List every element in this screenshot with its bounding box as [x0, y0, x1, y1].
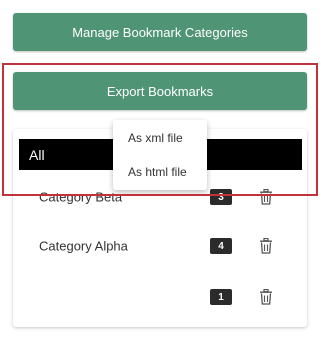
bookmark-count-badge: 3 — [210, 189, 232, 205]
export-bookmarks-button[interactable]: Export Bookmarks — [13, 72, 307, 110]
export-format-menu: As xml file As html file — [113, 120, 207, 190]
manage-bookmark-categories-button[interactable]: Manage Bookmark Categories — [13, 13, 307, 51]
export-as-xml-option[interactable]: As xml file — [128, 131, 183, 145]
trash-icon[interactable] — [259, 289, 273, 305]
category-item[interactable]: 1 — [13, 277, 307, 317]
export-as-html-option[interactable]: As html file — [128, 165, 187, 179]
category-name: Category Alpha — [39, 238, 128, 254]
category-item[interactable]: Category Alpha 4 — [13, 226, 307, 266]
bookmark-count-badge: 4 — [210, 238, 232, 254]
bookmark-count-badge: 1 — [210, 289, 232, 305]
trash-icon[interactable] — [259, 238, 273, 254]
category-name: Category Beta — [39, 189, 123, 205]
trash-icon[interactable] — [259, 189, 273, 205]
